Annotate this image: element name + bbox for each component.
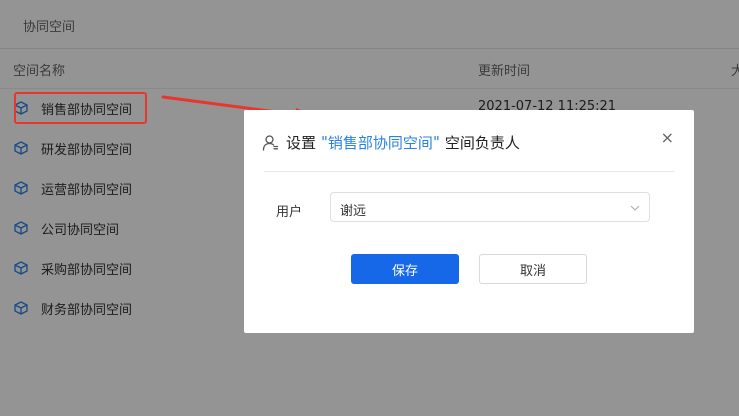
save-button[interactable]: 保存 <box>351 254 459 284</box>
chevron-down-icon <box>630 205 640 211</box>
user-select-value: 谢远 <box>340 204 367 219</box>
dialog-title-prefix: 设置 <box>286 133 317 152</box>
user-icon <box>262 134 279 151</box>
quote-close: " <box>432 133 440 151</box>
dialog-space-name: 销售部协同空间 <box>327 133 433 152</box>
quote-open: " <box>321 133 328 151</box>
cancel-button[interactable]: 取消 <box>479 254 587 284</box>
dialog-title-suffix: 空间负责人 <box>444 133 520 152</box>
set-owner-dialog: 设置 " 销售部协同空间 " 空间负责人 × 用户 谢远 保存 取消 <box>244 110 694 333</box>
close-icon[interactable]: × <box>661 130 674 146</box>
user-field-label: 用户 <box>276 205 303 220</box>
dialog-divider <box>264 171 674 172</box>
dialog-title: 设置 " 销售部协同空间 " 空间负责人 <box>262 131 520 153</box>
user-select[interactable]: 谢远 <box>330 192 650 222</box>
